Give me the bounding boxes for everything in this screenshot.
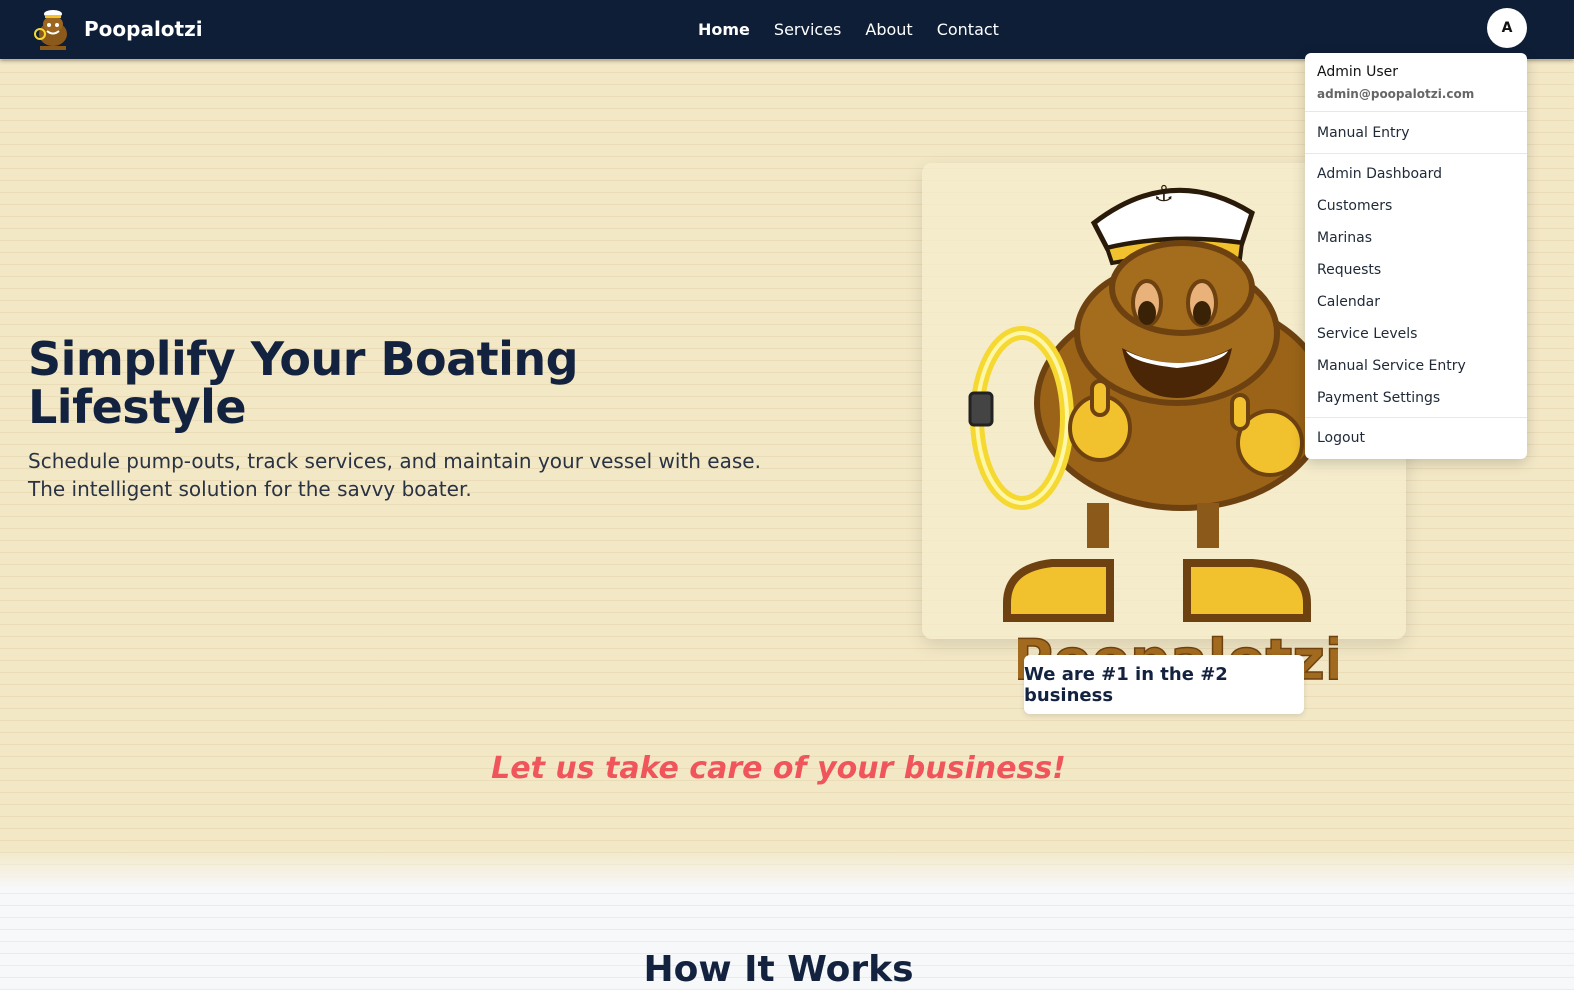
poop-mascot-logo-icon	[34, 10, 67, 50]
svg-text:⚓: ⚓	[1154, 182, 1174, 207]
cta-slogan: Let us take care of your business!	[491, 751, 1066, 786]
user-menu-email: admin@poopalotzi.com	[1317, 87, 1475, 101]
nav-link-contact[interactable]: Contact	[937, 20, 999, 39]
user-avatar-button[interactable]: A	[1487, 8, 1527, 48]
nav-link-home[interactable]: Home	[698, 20, 750, 39]
menu-divider	[1305, 417, 1527, 418]
user-menu-header: Admin User admin@poopalotzi.com	[1305, 53, 1527, 112]
nav-link-about[interactable]: About	[865, 20, 912, 39]
tagline-badge: We are #1 in the #2 business	[1024, 655, 1304, 714]
brand-name: Poopalotzi	[84, 17, 203, 41]
menu-item-manual-service-entry[interactable]: Manual Service Entry	[1305, 350, 1527, 382]
brand[interactable]: Poopalotzi	[32, 4, 203, 54]
menu-item-requests[interactable]: Requests	[1305, 254, 1527, 286]
user-menu-dropdown: Admin User admin@poopalotzi.com Manual E…	[1305, 53, 1527, 459]
menu-item-customers[interactable]: Customers	[1305, 190, 1527, 222]
nav-link-services[interactable]: Services	[774, 20, 841, 39]
hero-subtitle: Schedule pump-outs, track services, and …	[28, 449, 761, 501]
menu-item-calendar[interactable]: Calendar	[1305, 286, 1527, 318]
menu-item-payment-settings[interactable]: Payment Settings	[1305, 382, 1527, 414]
how-it-works-title: How It Works	[643, 949, 914, 990]
main-nav: Home Services About Contact	[698, 0, 999, 59]
menu-item-manual-entry[interactable]: Manual Entry	[1305, 117, 1527, 149]
menu-item-logout[interactable]: Logout	[1305, 422, 1527, 454]
hero-title: Simplify Your Boating Lifestyle	[28, 332, 579, 434]
how-it-works-section: How It Works	[0, 889, 1574, 990]
menu-divider	[1305, 153, 1527, 154]
user-menu-name: Admin User	[1317, 64, 1398, 80]
top-navbar: Poopalotzi Home Services About Contact A	[0, 0, 1574, 59]
menu-item-service-levels[interactable]: Service Levels	[1305, 318, 1527, 350]
menu-item-marinas[interactable]: Marinas	[1305, 222, 1527, 254]
menu-item-admin-dashboard[interactable]: Admin Dashboard	[1305, 158, 1527, 190]
hero-bottom-fade	[0, 849, 1574, 889]
